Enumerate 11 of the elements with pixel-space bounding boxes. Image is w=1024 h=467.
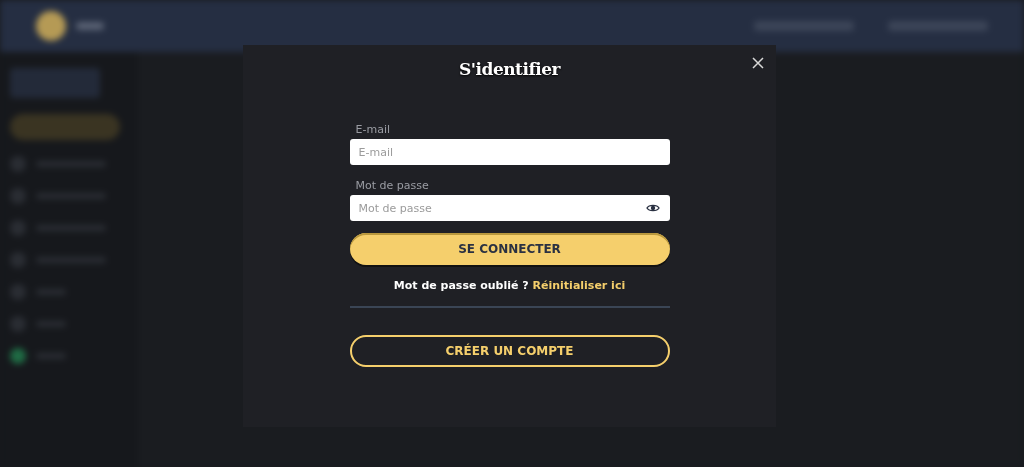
dialog-title: S'identifier: [459, 59, 560, 79]
reset-link[interactable]: Réinitialiser ici: [532, 279, 626, 292]
field-label: Mot de passe: [354, 179, 430, 192]
forgot-password-text: Mot de passe oublié ? Réinitialiser ici: [392, 279, 627, 292]
close-icon[interactable]: [751, 56, 765, 70]
field-label: E-mail: [354, 123, 391, 136]
login-button[interactable]: SE CONNECTER: [349, 233, 670, 265]
eye-icon[interactable]: [645, 203, 660, 213]
email-field[interactable]: E-mail: [349, 139, 670, 165]
create-account-button[interactable]: CRÉER UN COMPTE: [349, 335, 670, 367]
password-field[interactable]: Mot de passe: [349, 195, 670, 221]
